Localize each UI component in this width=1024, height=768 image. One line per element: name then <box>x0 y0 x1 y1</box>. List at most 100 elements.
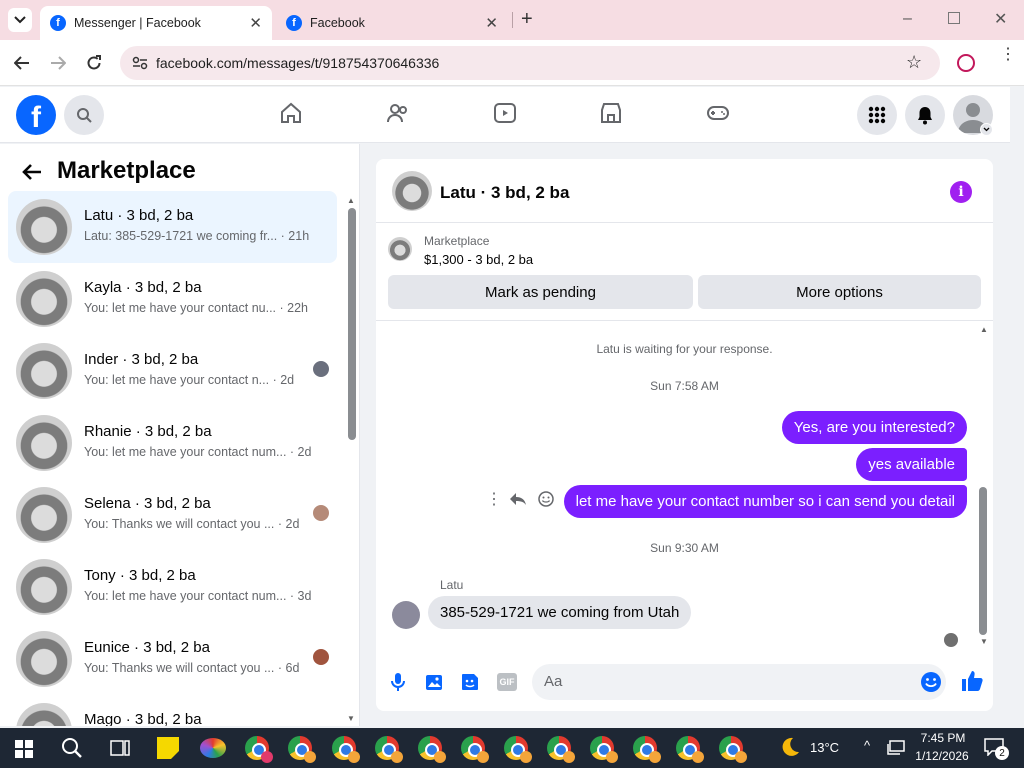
mark-pending-button[interactable]: Mark as pending <box>388 275 693 309</box>
site-info-icon[interactable] <box>132 56 148 70</box>
facebook-favicon-icon: f <box>286 15 302 31</box>
conversation-item[interactable]: Eunice · 3 bd, 2 ba You: Thanks we will … <box>8 623 337 695</box>
profile-icon[interactable] <box>957 54 975 72</box>
sent-message[interactable]: yes available <box>856 448 967 481</box>
chat-title[interactable]: Latu · 3 bd, 2 ba <box>440 183 569 203</box>
chrome-window-icon[interactable] <box>504 736 532 763</box>
bookmark-star-icon[interactable]: ☆ <box>906 52 922 73</box>
sent-message[interactable]: Yes, are you interested? <box>781 411 967 444</box>
chrome-window-icon[interactable] <box>719 736 747 763</box>
chrome-window-icon[interactable] <box>288 736 316 763</box>
chrome-window-icon[interactable] <box>461 736 489 763</box>
sticky-notes-icon[interactable] <box>157 737 179 759</box>
more-options-button[interactable]: More options <box>698 275 981 309</box>
scroll-up-icon[interactable]: ▲ <box>347 196 355 205</box>
chrome-window-icon[interactable] <box>633 736 661 763</box>
menu-button[interactable] <box>857 95 897 135</box>
conversation-item[interactable]: Kayla · 3 bd, 2 ba You: let me have your… <box>8 263 337 335</box>
notifications-center-icon[interactable]: 2 <box>984 738 1009 760</box>
friends-icon[interactable] <box>386 101 410 125</box>
close-window-icon[interactable]: ✕ <box>994 9 1007 29</box>
chat-avatar[interactable] <box>392 171 432 211</box>
conversation-item[interactable]: Inder · 3 bd, 2 ba You: let me have your… <box>8 335 337 407</box>
sticker-icon[interactable] <box>460 672 480 692</box>
chevron-down-icon <box>14 16 26 24</box>
taskbar-search-icon[interactable] <box>61 737 83 759</box>
reload-icon[interactable] <box>86 55 102 71</box>
tab-facebook[interactable]: f Facebook ✕ <box>276 6 508 40</box>
chrome-window-icon[interactable] <box>332 736 360 763</box>
chat-scrollbar[interactable] <box>979 487 987 635</box>
chrome-window-icon[interactable] <box>547 736 575 763</box>
url-text[interactable]: facebook.com/messages/t/918754370646336 <box>156 55 439 71</box>
conversation-item[interactable]: Latu · 3 bd, 2 ba Latu: 385-529-1721 we … <box>8 191 337 263</box>
paint-app-icon[interactable] <box>200 738 226 758</box>
gif-icon[interactable]: GIF <box>497 673 517 691</box>
windows-start-icon[interactable] <box>15 740 33 758</box>
facebook-logo-icon[interactable]: f <box>16 95 56 135</box>
restore-icon[interactable] <box>948 12 960 24</box>
conversation-preview: You: let me have your contact num... · 3… <box>84 589 312 603</box>
task-view-icon[interactable] <box>110 739 130 757</box>
video-icon[interactable] <box>493 101 517 125</box>
message-input[interactable]: Aa <box>532 664 946 700</box>
conversation-item[interactable]: Mago · 3 bd, 2 ba <box>8 695 337 726</box>
tab-messenger[interactable]: f Messenger | Facebook ✕ <box>40 6 272 40</box>
clock-time[interactable]: 7:45 PM <box>915 731 971 745</box>
notifications-button[interactable] <box>905 95 945 135</box>
chrome-window-icon[interactable] <box>418 736 446 763</box>
marketplace-icon[interactable] <box>599 101 623 125</box>
conversation-scrollbar[interactable] <box>348 208 356 440</box>
sender-avatar[interactable] <box>392 601 420 629</box>
more-actions-icon[interactable]: ⋮ <box>486 489 502 509</box>
close-tab-icon[interactable]: ✕ <box>249 14 262 32</box>
emoji-icon[interactable] <box>920 671 942 693</box>
conversation-name: Selena · 3 bd, 2 ba <box>84 495 211 512</box>
close-tab-icon[interactable]: ✕ <box>485 14 498 32</box>
gaming-icon[interactable] <box>706 101 730 125</box>
facebook-top-nav: f <box>0 87 1010 143</box>
weather-moon-icon[interactable] <box>779 736 801 758</box>
browser-menu-icon[interactable]: ⋮ <box>1000 47 1016 63</box>
forward-icon[interactable] <box>50 56 66 70</box>
listing-detail: $1,300 - 3 bd, 2 ba <box>424 252 534 267</box>
grid-menu-icon <box>868 106 886 124</box>
network-icon[interactable] <box>887 740 905 756</box>
conversation-item[interactable]: Tony · 3 bd, 2 ba You: let me have your … <box>8 551 337 623</box>
info-icon[interactable]: i <box>950 181 972 203</box>
sent-message[interactable]: let me have your contact number so i can… <box>563 485 967 518</box>
microphone-icon[interactable] <box>391 672 405 692</box>
scroll-up-icon[interactable]: ▲ <box>980 325 988 334</box>
conversation-item[interactable]: Rhanie · 3 bd, 2 ba You: let me have you… <box>8 407 337 479</box>
home-icon[interactable] <box>279 101 303 125</box>
received-message[interactable]: 385-529-1721 we coming from Utah <box>428 596 692 629</box>
clock-date[interactable]: 1/12/2026 <box>910 749 974 763</box>
scroll-down-icon[interactable]: ▼ <box>980 637 988 646</box>
scroll-down-icon[interactable]: ▼ <box>347 714 355 723</box>
photo-icon[interactable] <box>425 672 445 692</box>
search-button[interactable] <box>64 95 104 135</box>
account-chevron-icon[interactable] <box>980 123 993 136</box>
tray-chevron-icon[interactable]: ^ <box>864 738 870 753</box>
tab-title: Facebook <box>310 16 365 30</box>
tab-search-button[interactable] <box>8 8 32 32</box>
chrome-window-icon[interactable] <box>245 736 273 763</box>
react-emoji-icon[interactable] <box>538 491 554 507</box>
chrome-window-icon[interactable] <box>590 736 618 763</box>
seen-avatar <box>313 649 329 665</box>
listing-small-thumbnail <box>388 237 412 261</box>
conversation-list-panel: Marketplace Latu · 3 bd, 2 ba Latu: 385-… <box>0 144 360 726</box>
address-bar[interactable]: facebook.com/messages/t/918754370646336 … <box>120 46 940 80</box>
chrome-window-icon[interactable] <box>375 736 403 763</box>
weather-temp[interactable]: 13°C <box>810 740 839 755</box>
chrome-window-icon[interactable] <box>676 736 704 763</box>
listing-thumbnail <box>16 199 72 255</box>
minimize-icon[interactable]: – <box>903 10 912 28</box>
like-thumb-icon[interactable] <box>960 669 984 693</box>
back-icon[interactable] <box>14 56 30 70</box>
conversation-item[interactable]: Selena · 3 bd, 2 ba You: Thanks we will … <box>8 479 337 551</box>
panel-title: Marketplace <box>57 157 196 184</box>
reply-icon[interactable] <box>509 492 527 506</box>
back-arrow-icon[interactable] <box>22 163 42 181</box>
new-tab-icon[interactable]: + <box>521 8 533 31</box>
